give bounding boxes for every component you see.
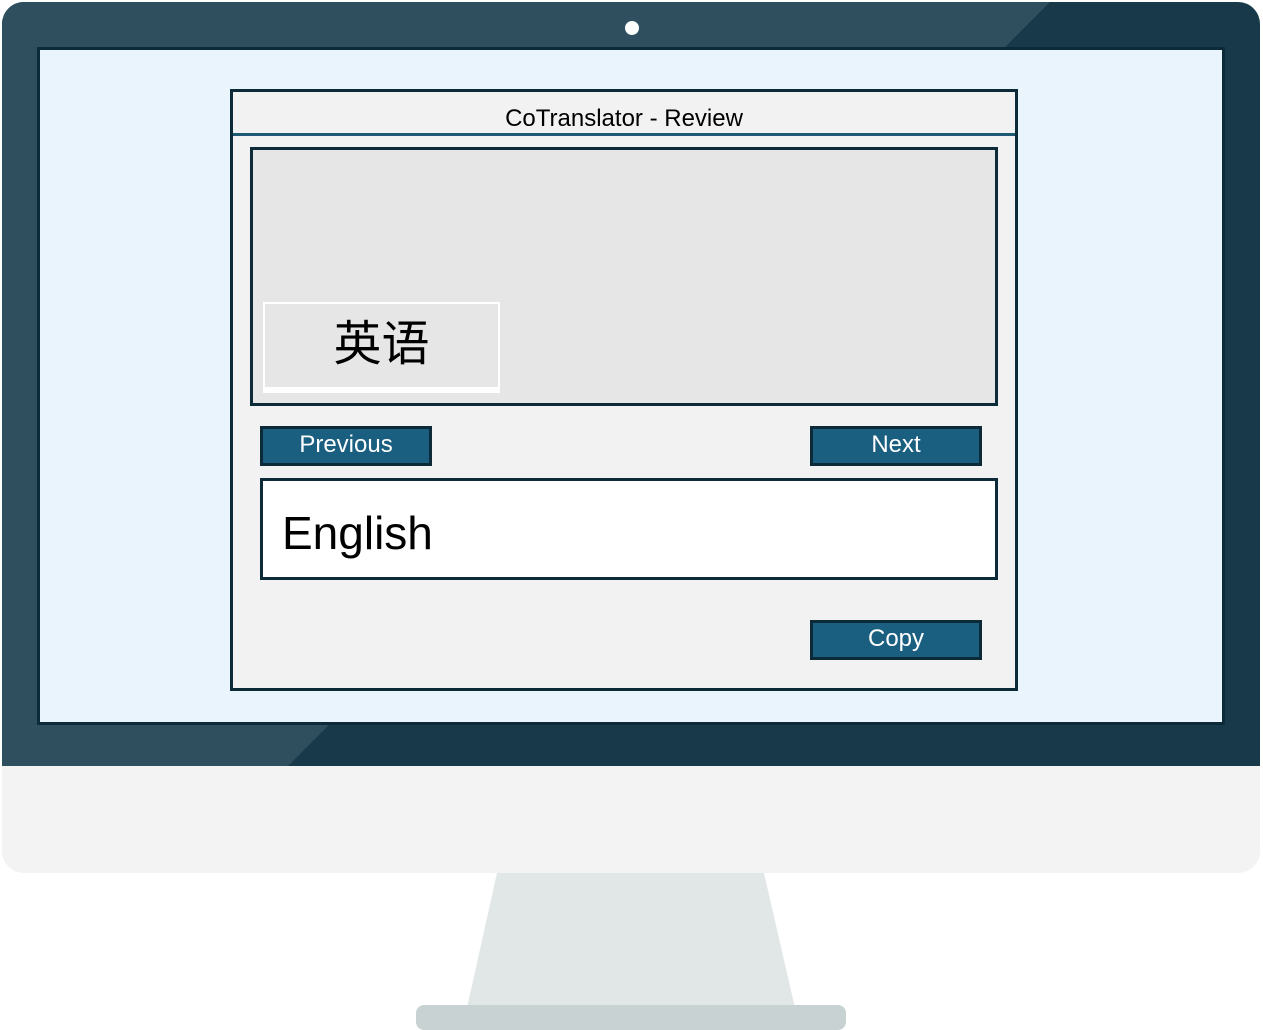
translation-output-text: English xyxy=(282,507,433,559)
stand-base xyxy=(416,1005,846,1030)
title-bar: CoTranslator - Review xyxy=(233,92,1015,136)
copy-button[interactable]: Copy xyxy=(810,620,982,660)
next-button[interactable]: Next xyxy=(810,426,982,466)
cotranslator-window: CoTranslator - Review 英语 Previous Next E… xyxy=(230,89,1018,691)
stand-neck xyxy=(467,873,795,1008)
monitor-chin xyxy=(2,766,1260,873)
source-term-chip: 英语 xyxy=(263,302,500,393)
window-title: CoTranslator - Review xyxy=(505,105,743,132)
source-panel: 英语 xyxy=(250,147,998,406)
previous-button[interactable]: Previous xyxy=(260,426,432,466)
source-term-text: 英语 xyxy=(333,316,430,372)
translation-output-field[interactable]: English xyxy=(260,478,998,580)
camera-icon xyxy=(625,21,639,35)
desktop-monitor-illustration: CoTranslator - Review 英语 Previous Next E… xyxy=(0,0,1263,1030)
